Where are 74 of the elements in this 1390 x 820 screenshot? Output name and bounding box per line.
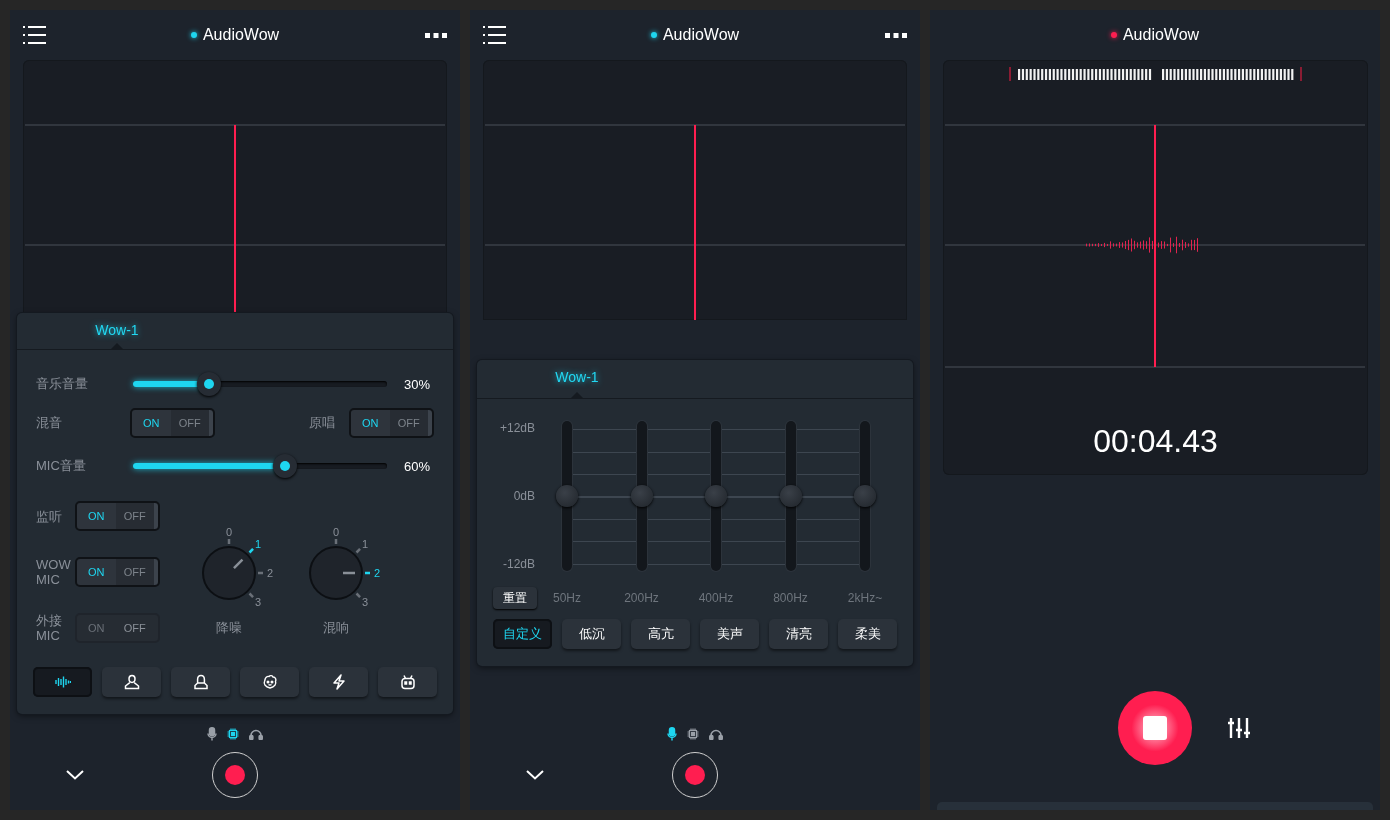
knob-tick: 3 bbox=[355, 592, 369, 608]
knob-label: 降噪 bbox=[216, 619, 242, 637]
input-label: WOW MIC bbox=[36, 557, 72, 587]
app-title: AudioWow bbox=[1122, 26, 1200, 44]
band-label: 50Hz bbox=[552, 591, 582, 605]
voice-mode-button[interactable] bbox=[309, 667, 368, 697]
preset-button[interactable]: 高亢 bbox=[631, 619, 690, 649]
preset-button[interactable]: 自定义 bbox=[493, 619, 552, 649]
voice-mode-button[interactable] bbox=[102, 667, 161, 697]
band-label: 200Hz bbox=[623, 591, 660, 605]
on-off-switch[interactable]: ON OFF bbox=[75, 557, 160, 587]
db-label: 0dB bbox=[513, 489, 535, 503]
knob-tick: 3 bbox=[248, 592, 262, 608]
preset-button[interactable]: 柔美 bbox=[838, 619, 897, 649]
menu-icon[interactable] bbox=[23, 25, 46, 45]
preset-button[interactable]: 美声 bbox=[700, 619, 759, 649]
voice-mode-button[interactable] bbox=[240, 667, 299, 697]
knob-label: 混响 bbox=[323, 619, 349, 637]
eq-band-slider[interactable] bbox=[779, 421, 802, 571]
knob-tick: 1 bbox=[248, 538, 262, 554]
eq-band-slider[interactable] bbox=[705, 421, 727, 571]
knob-tick: 0 bbox=[225, 526, 233, 544]
volume-slider[interactable] bbox=[133, 372, 387, 396]
switch-label: 原唱 bbox=[309, 414, 335, 432]
on-off-switch[interactable]: ON OFF bbox=[75, 501, 160, 531]
input-label: 监听 bbox=[36, 508, 63, 524]
sliders-icon[interactable] bbox=[1228, 717, 1250, 739]
recording-timer: 00:04.43 bbox=[1092, 422, 1219, 461]
band-label: 400Hz bbox=[697, 591, 735, 605]
voice-mode-button[interactable] bbox=[378, 667, 437, 697]
lightning-icon bbox=[330, 674, 347, 690]
voice-mode-button[interactable] bbox=[171, 667, 230, 697]
microphone-icon[interactable] bbox=[207, 727, 217, 741]
band-label: 2kHz~ bbox=[846, 591, 884, 605]
chip-icon[interactable] bbox=[227, 728, 239, 740]
reset-button[interactable]: 重置 bbox=[493, 587, 537, 609]
knob-tick: 0 bbox=[332, 526, 340, 544]
slider-label: 音乐音量 bbox=[35, 375, 89, 393]
knob-tick: 1 bbox=[355, 538, 369, 554]
db-label: -12dB bbox=[502, 557, 535, 571]
person-long-hair-icon bbox=[192, 674, 209, 690]
person-icon bbox=[123, 674, 140, 690]
robot-icon bbox=[399, 674, 416, 690]
chevron-down-icon[interactable] bbox=[66, 770, 84, 780]
preset-button[interactable]: 低沉 bbox=[562, 619, 621, 649]
wow-tab[interactable]: Wow-1 bbox=[547, 360, 607, 398]
band-label: 800Hz bbox=[772, 591, 809, 605]
volume-reading: 60% bbox=[402, 458, 431, 474]
voice-mode-button[interactable] bbox=[33, 667, 92, 697]
more-icon[interactable] bbox=[425, 32, 447, 38]
preset-button[interactable]: 清亮 bbox=[769, 619, 828, 649]
input-label: 外接 MIC bbox=[36, 613, 63, 643]
headphones-icon[interactable] bbox=[709, 728, 723, 740]
app-title: AudioWow bbox=[202, 26, 280, 44]
headphones-icon[interactable] bbox=[249, 728, 263, 740]
volume-reading: 30% bbox=[402, 376, 431, 392]
waveform-icon bbox=[54, 676, 71, 688]
chip-icon[interactable] bbox=[687, 728, 699, 740]
db-label: +12dB bbox=[499, 421, 535, 435]
eq-band-slider[interactable] bbox=[630, 421, 653, 571]
app-title: AudioWow bbox=[662, 26, 740, 44]
switch-label: 混音 bbox=[35, 414, 63, 432]
child-face-icon bbox=[261, 674, 278, 690]
slider-label: MIC音量 bbox=[35, 457, 87, 475]
wow-tab[interactable]: Wow-1 bbox=[87, 313, 147, 349]
more-icon[interactable] bbox=[885, 32, 907, 38]
menu-icon[interactable] bbox=[483, 25, 506, 45]
eq-band-slider[interactable] bbox=[556, 421, 578, 571]
on-off-switch[interactable]: ON OFF bbox=[130, 408, 215, 438]
microphone-icon[interactable] bbox=[667, 727, 677, 741]
chevron-down-icon[interactable] bbox=[526, 770, 544, 780]
eq-band-slider[interactable] bbox=[854, 421, 876, 571]
volume-slider[interactable] bbox=[133, 454, 387, 478]
on-off-switch[interactable]: ON OFF bbox=[349, 408, 434, 438]
